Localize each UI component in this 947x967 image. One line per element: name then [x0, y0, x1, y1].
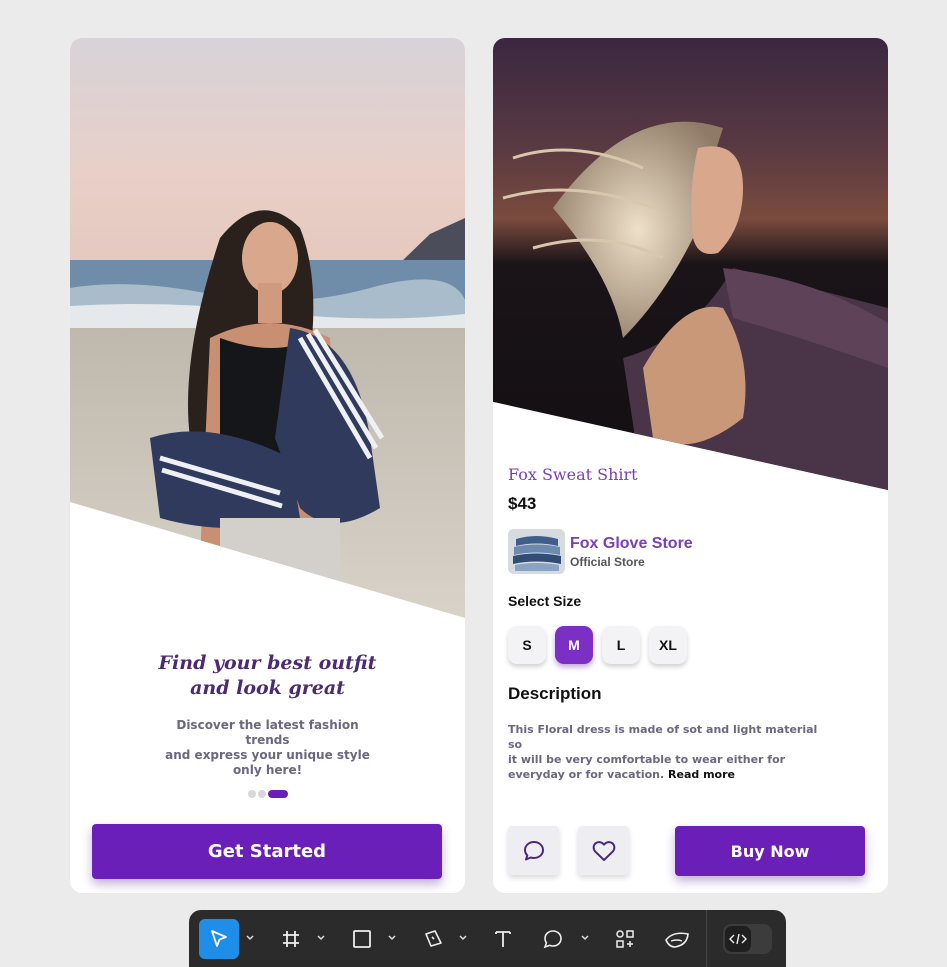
- store-thumbnail[interactable]: [508, 529, 565, 574]
- design-toolbar: [189, 910, 786, 967]
- chevron-down-icon[interactable]: [316, 934, 326, 942]
- size-label: Select Size: [508, 593, 582, 609]
- page-dot-active[interactable]: [268, 790, 288, 798]
- description-line3-text: everyday or for vacation.: [508, 768, 665, 781]
- store-type: Official Store: [570, 555, 645, 569]
- page-dot[interactable]: [248, 790, 256, 798]
- size-option-xl[interactable]: XL: [649, 626, 687, 664]
- description-line1: This Floral dress is made of sot and lig…: [508, 723, 818, 751]
- onboarding-title-line1: Find your best outfit: [158, 652, 377, 674]
- description-title: Description: [508, 684, 602, 703]
- chevron-down-icon[interactable]: [245, 934, 255, 942]
- rectangle-tool[interactable]: [346, 919, 378, 959]
- chat-button[interactable]: [508, 826, 559, 875]
- read-more-link[interactable]: Read more: [668, 768, 735, 781]
- size-option-s[interactable]: S: [508, 626, 546, 664]
- onboarding-subtitle: Discover the latest fashion trends and e…: [155, 718, 380, 778]
- comment-bubble-icon: [543, 930, 562, 949]
- size-option-l[interactable]: L: [602, 626, 640, 664]
- size-selector: S M L XL: [508, 626, 687, 664]
- code-brackets-icon: [729, 933, 747, 945]
- onboarding-title: Find your best outfit and look great: [70, 651, 465, 701]
- favorite-button[interactable]: [578, 826, 629, 875]
- onboarding-title-line2: and look great: [190, 677, 345, 699]
- store-name[interactable]: Fox Glove Store: [570, 535, 693, 553]
- dev-mode-knob: [725, 926, 751, 952]
- get-started-button[interactable]: Get Started: [92, 824, 442, 879]
- actions-tool[interactable]: [659, 919, 695, 959]
- text-t-icon: [495, 931, 511, 947]
- onboarding-screen: Find your best outfit and look great Dis…: [70, 38, 465, 893]
- onboarding-subtitle-line2: and express your unique style: [165, 748, 370, 762]
- toolbar-divider: [706, 910, 707, 967]
- frame-hash-icon: [283, 931, 299, 947]
- pen-tool[interactable]: [417, 919, 449, 959]
- rectangle-icon: [353, 930, 371, 948]
- size-option-m[interactable]: M: [555, 626, 593, 664]
- cursor-arrow-icon: [211, 930, 227, 947]
- text-tool[interactable]: [487, 919, 519, 959]
- dev-mode-toggle[interactable]: [723, 924, 772, 954]
- onboarding-subtitle-line1: Discover the latest fashion trends: [176, 718, 359, 747]
- description-line2: it will be very comfortable to wear eith…: [508, 753, 786, 766]
- description-line3: everyday or for vacation. Read more: [508, 767, 828, 782]
- description-text: This Floral dress is made of sot and lig…: [508, 722, 828, 782]
- comment-tool[interactable]: [537, 919, 569, 959]
- heart-icon: [592, 840, 615, 861]
- page-indicator: [248, 790, 288, 798]
- move-tool[interactable]: [199, 919, 239, 959]
- onboarding-subtitle-line3: only here!: [232, 763, 303, 777]
- buy-now-button[interactable]: Buy Now: [675, 826, 865, 876]
- leaf-icon: [665, 932, 689, 948]
- product-photo: [493, 38, 888, 490]
- frame-tool[interactable]: [275, 919, 307, 959]
- product-price: $43: [508, 494, 537, 513]
- pen-nib-icon: [425, 930, 442, 947]
- chat-bubble-icon: [523, 840, 544, 860]
- chevron-down-icon[interactable]: [580, 934, 590, 942]
- components-shapes-icon: [616, 930, 634, 948]
- components-tool[interactable]: [609, 919, 641, 959]
- page-dot[interactable]: [258, 790, 266, 798]
- chevron-down-icon[interactable]: [387, 934, 397, 942]
- chevron-down-icon[interactable]: [458, 934, 468, 942]
- product-detail-screen: Fox Sweat Shirt $43 Fox Glove Store Offi…: [493, 38, 888, 893]
- hero-photo-beach: [70, 38, 465, 618]
- product-name: Fox Sweat Shirt: [508, 465, 638, 484]
